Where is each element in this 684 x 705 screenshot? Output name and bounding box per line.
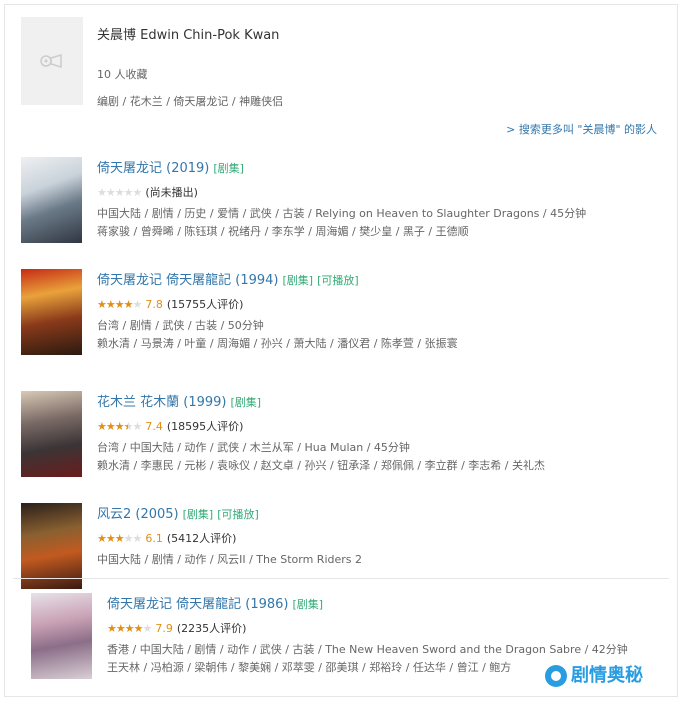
item-title-text[interactable]: 花木兰 花木蘭 (1999) [97,395,227,410]
divider [13,578,669,579]
item-tag[interactable]: [剧集] [283,274,314,287]
item-title[interactable]: 倚天屠龙记 倚天屠龍記 (1986) [剧集] [107,593,323,612]
item-rating: ★★★★★ 7.4 (18595人评价) [97,418,243,434]
item-title[interactable]: 花木兰 花木蘭 (1999) [剧集] [97,391,261,410]
item-votes: (15755人评价) [166,298,244,311]
item-rating: ★★★★★ 7.9 (2235人评价) [107,620,246,636]
star-rating-icon: ★★★★★ [107,622,152,635]
item-votes: (5412人评价) [166,532,237,545]
item-title-text[interactable]: 倚天屠龙记 倚天屠龍記 (1986) [107,597,289,612]
item-tag[interactable]: [剧集] [213,162,244,175]
item-meta: 中国大陆 / 剧情 / 动作 / 风云II / The Storm Riders… [97,553,363,566]
poster-image[interactable] [21,391,82,477]
person-works: 编剧 / 花木兰 / 倚天屠龙记 / 神雕侠侣 [97,95,284,108]
item-title[interactable]: 倚天屠龙记 (2019) [剧集] [97,157,244,176]
item-title-text[interactable]: 风云2 (2005) [97,507,179,522]
item-meta: 台湾 / 剧情 / 武侠 / 古装 / 50分钟 [97,319,264,332]
item-tag[interactable]: [剧集] [183,508,214,521]
item-score: 7.4 [145,420,163,433]
search-results-panel: 关晨博 Edwin Chin-Pok Kwan 10 人收藏 编剧 / 花木兰 … [4,4,678,697]
person-name[interactable]: 关晨博 Edwin Chin-Pok Kwan [97,24,279,43]
watermark-logo-icon [545,665,567,687]
item-score: 6.1 [145,532,163,545]
item-rating: ★★★★★ 7.8 (15755人评价) [97,296,243,312]
poster-image[interactable] [21,157,82,243]
star-rating-icon: ★★★★★ [97,532,142,545]
item-title-text[interactable]: 倚天屠龙记 倚天屠龍記 (1994) [97,273,279,288]
item-cast: 蒋家骏 / 曾舜晞 / 陈钰琪 / 祝绪丹 / 李东学 / 周海媚 / 樊少皇 … [97,225,469,238]
star-rating-icon: ★★★★★ [97,298,142,311]
item-title[interactable]: 倚天屠龙记 倚天屠龍記 (1994) [剧集] [可播放] [97,269,359,288]
watermark-text: 剧情奥秘 [571,665,643,686]
person-photo-placeholder[interactable] [21,17,83,105]
item-tag[interactable]: [可播放] [217,508,259,521]
person-collect-count: 10 人收藏 [97,68,148,81]
item-title-text[interactable]: 倚天屠龙记 (2019) [97,161,209,176]
film-reel-icon [40,53,62,69]
item-score: 7.9 [155,622,173,635]
item-meta: 中国大陆 / 剧情 / 历史 / 爱情 / 武侠 / 古装 / Relying … [97,207,587,220]
item-votes: (尚未播出) [145,186,198,199]
item-cast: 赖水清 / 马景涛 / 叶童 / 周海媚 / 孙兴 / 萧大陆 / 潘仪君 / … [97,337,458,350]
star-rating-icon: ★★★★★ [97,420,142,433]
more-people-link[interactable]: > 搜索更多叫 "关晨博" 的影人 [506,121,657,137]
item-score: 7.8 [145,298,163,311]
item-rating: ★★★★★ (尚未播出) [97,184,198,200]
item-meta: 香港 / 中国大陆 / 剧情 / 动作 / 武侠 / 古装 / The New … [107,643,628,656]
item-tag[interactable]: [剧集] [293,598,324,611]
item-cast: 王天林 / 冯柏源 / 梁朝伟 / 黎美娴 / 邓萃雯 / 邵美琪 / 郑裕玲 … [107,661,512,674]
watermark: 剧情奥秘 [545,661,643,687]
poster-image[interactable] [21,503,82,589]
item-tag[interactable]: [可播放] [317,274,359,287]
item-cast: 赖水清 / 李惠民 / 元彬 / 袁咏仪 / 赵文卓 / 孙兴 / 钮承泽 / … [97,459,545,472]
item-meta: 台湾 / 中国大陆 / 动作 / 武侠 / 木兰从军 / Hua Mulan /… [97,441,410,454]
poster-image[interactable] [21,269,82,355]
star-rating-icon: ★★★★★ [97,186,142,199]
item-title[interactable]: 风云2 (2005) [剧集] [可播放] [97,503,259,522]
item-tag[interactable]: [剧集] [231,396,262,409]
item-votes: (2235人评价) [176,622,247,635]
item-votes: (18595人评价) [166,420,244,433]
item-rating: ★★★★★ 6.1 (5412人评价) [97,530,236,546]
poster-image[interactable] [31,593,92,679]
